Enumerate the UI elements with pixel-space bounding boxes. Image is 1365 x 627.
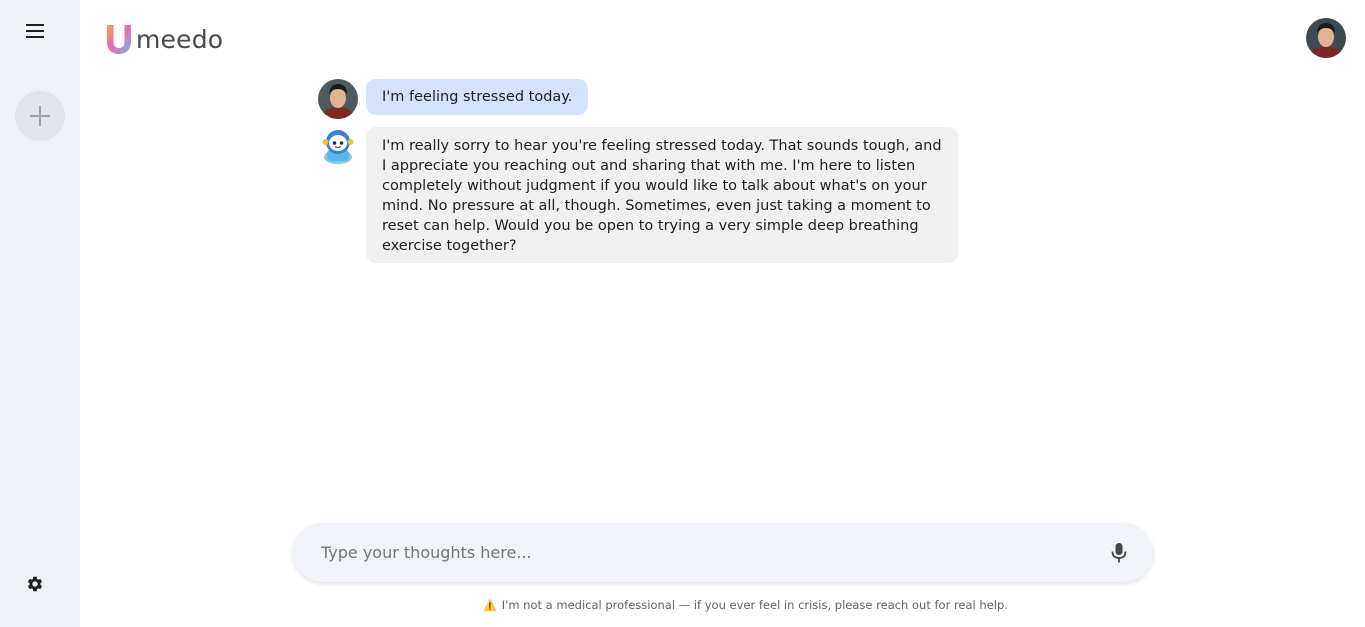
user-avatar — [318, 79, 358, 119]
gear-icon — [27, 576, 43, 592]
disclaimer: ⚠️ I'm not a medical professional — if yo… — [0, 598, 1365, 612]
disclaimer-text: I'm not a medical professional — if you … — [501, 598, 1008, 612]
logo-text: meedo — [136, 24, 224, 54]
message-composer — [293, 523, 1153, 582]
assistant-message-bubble: I'm really sorry to hear you're feeling … — [366, 127, 958, 263]
sidebar — [0, 0, 80, 627]
user-message-bubble: I'm feeling stressed today. — [366, 79, 589, 115]
logo-u-mark — [107, 25, 131, 54]
message-input[interactable] — [293, 523, 1107, 582]
app-logo[interactable]: meedo — [104, 22, 223, 56]
new-chat-button[interactable] — [15, 91, 65, 141]
profile-avatar[interactable] — [1306, 18, 1346, 58]
plus-icon — [30, 106, 50, 126]
microphone-icon[interactable] — [1107, 541, 1131, 565]
hamburger-menu-icon[interactable] — [23, 20, 47, 42]
assistant-avatar-icon — [319, 127, 357, 165]
settings-button[interactable] — [24, 573, 46, 595]
warning-icon: ⚠️ — [483, 599, 497, 612]
